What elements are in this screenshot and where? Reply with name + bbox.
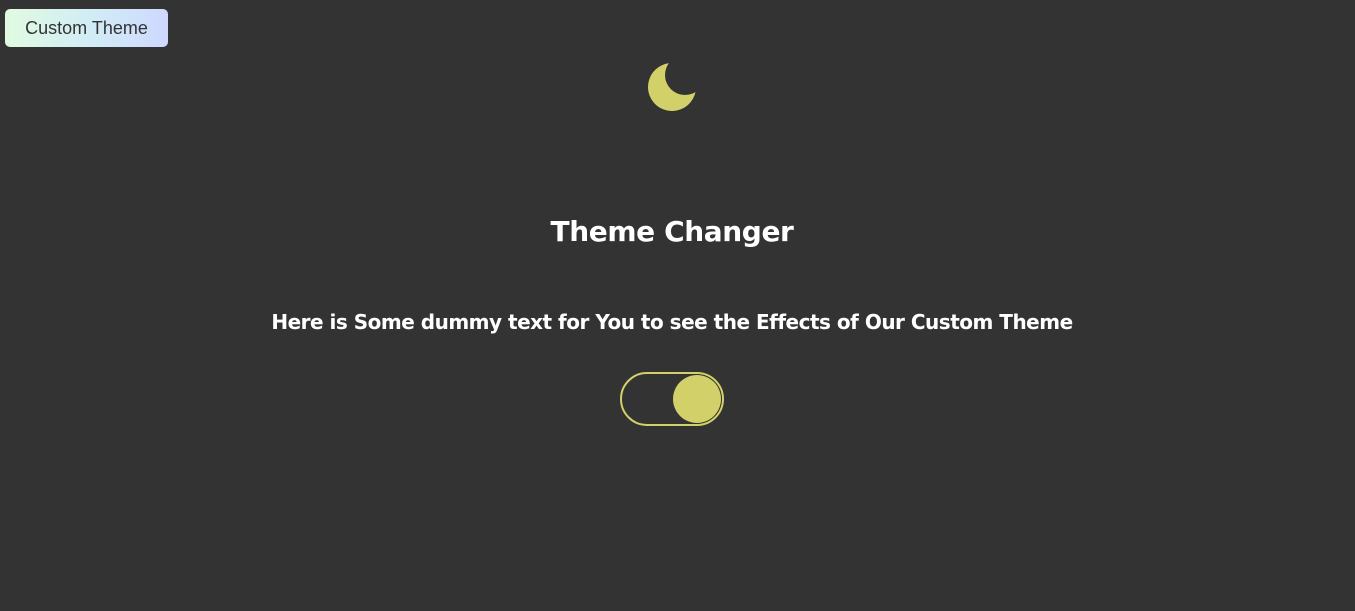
theme-toggle-switch[interactable] — [620, 372, 724, 426]
moon-icon-graphic — [648, 63, 696, 111]
moon-icon — [647, 63, 697, 113]
dummy-text: Here is Some dummy text for You to see t… — [271, 310, 1073, 334]
custom-theme-button[interactable]: Custom Theme — [5, 9, 168, 47]
page-title: Theme Changer — [550, 215, 794, 248]
toggle-knob — [673, 375, 721, 423]
